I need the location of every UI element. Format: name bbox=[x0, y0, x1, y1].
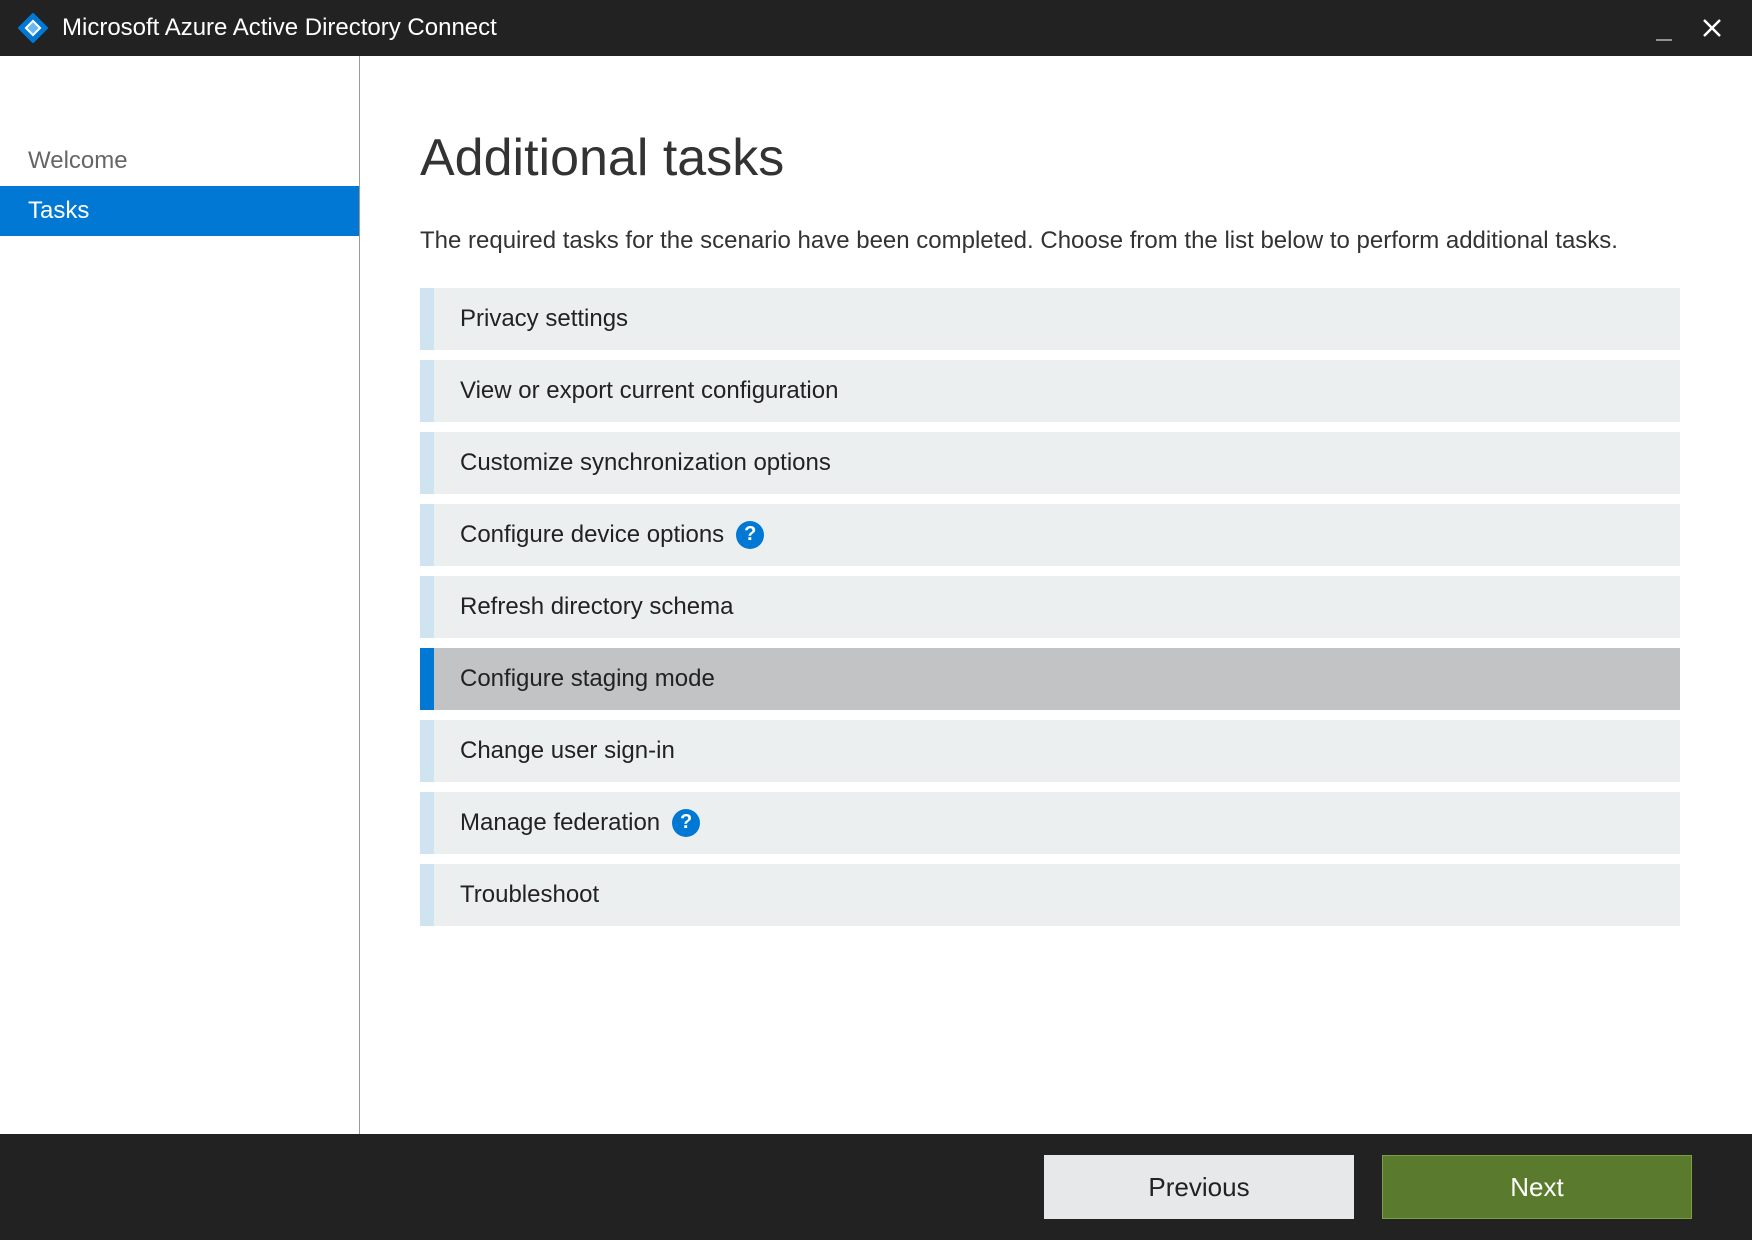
sidebar-item-label: Tasks bbox=[28, 197, 89, 225]
task-label: Manage federation bbox=[434, 809, 660, 837]
help-icon[interactable]: ? bbox=[672, 809, 700, 837]
sidebar-item-tasks[interactable]: Tasks bbox=[0, 186, 359, 236]
task-configure-staging-mode[interactable]: Configure staging mode bbox=[420, 648, 1680, 710]
task-accent bbox=[420, 648, 434, 710]
app-icon bbox=[16, 11, 50, 45]
task-configure-device-options[interactable]: Configure device options ? bbox=[420, 504, 1680, 566]
task-label: Configure device options bbox=[434, 521, 724, 549]
sidebar-item-welcome[interactable]: Welcome bbox=[0, 136, 359, 186]
task-troubleshoot[interactable]: Troubleshoot bbox=[420, 864, 1680, 926]
task-accent bbox=[420, 360, 434, 422]
footer: Previous Next bbox=[0, 1134, 1752, 1240]
task-label: Customize synchronization options bbox=[434, 449, 831, 477]
body: Welcome Tasks Additional tasks The requi… bbox=[0, 56, 1752, 1134]
task-accent bbox=[420, 576, 434, 638]
task-accent bbox=[420, 288, 434, 350]
task-label: Refresh directory schema bbox=[434, 593, 733, 621]
help-icon[interactable]: ? bbox=[736, 521, 764, 549]
close-button[interactable] bbox=[1688, 0, 1736, 56]
page-subtitle: The required tasks for the scenario have… bbox=[420, 224, 1660, 258]
task-label: View or export current configuration bbox=[434, 377, 838, 405]
task-accent bbox=[420, 432, 434, 494]
task-label: Troubleshoot bbox=[434, 881, 599, 909]
task-label: Change user sign-in bbox=[434, 737, 675, 765]
window: Microsoft Azure Active Directory Connect… bbox=[0, 0, 1752, 1240]
previous-button[interactable]: Previous bbox=[1044, 1155, 1354, 1219]
minimize-button[interactable]: _ bbox=[1640, 0, 1688, 56]
task-customize-sync[interactable]: Customize synchronization options bbox=[420, 432, 1680, 494]
task-accent bbox=[420, 864, 434, 926]
task-list: Privacy settings View or export current … bbox=[420, 288, 1680, 926]
titlebar: Microsoft Azure Active Directory Connect… bbox=[0, 0, 1752, 56]
task-label: Privacy settings bbox=[434, 305, 628, 333]
task-accent bbox=[420, 792, 434, 854]
task-manage-federation[interactable]: Manage federation ? bbox=[420, 792, 1680, 854]
main-content: Additional tasks The required tasks for … bbox=[360, 56, 1752, 1134]
app-title: Microsoft Azure Active Directory Connect bbox=[62, 14, 1640, 42]
task-view-export-config[interactable]: View or export current configuration bbox=[420, 360, 1680, 422]
task-label: Configure staging mode bbox=[434, 665, 715, 693]
page-title: Additional tasks bbox=[420, 128, 1692, 188]
task-privacy-settings[interactable]: Privacy settings bbox=[420, 288, 1680, 350]
task-refresh-schema[interactable]: Refresh directory schema bbox=[420, 576, 1680, 638]
task-accent bbox=[420, 504, 434, 566]
sidebar: Welcome Tasks bbox=[0, 56, 360, 1134]
sidebar-item-label: Welcome bbox=[28, 147, 128, 175]
next-button[interactable]: Next bbox=[1382, 1155, 1692, 1219]
task-change-user-signin[interactable]: Change user sign-in bbox=[420, 720, 1680, 782]
task-accent bbox=[420, 720, 434, 782]
